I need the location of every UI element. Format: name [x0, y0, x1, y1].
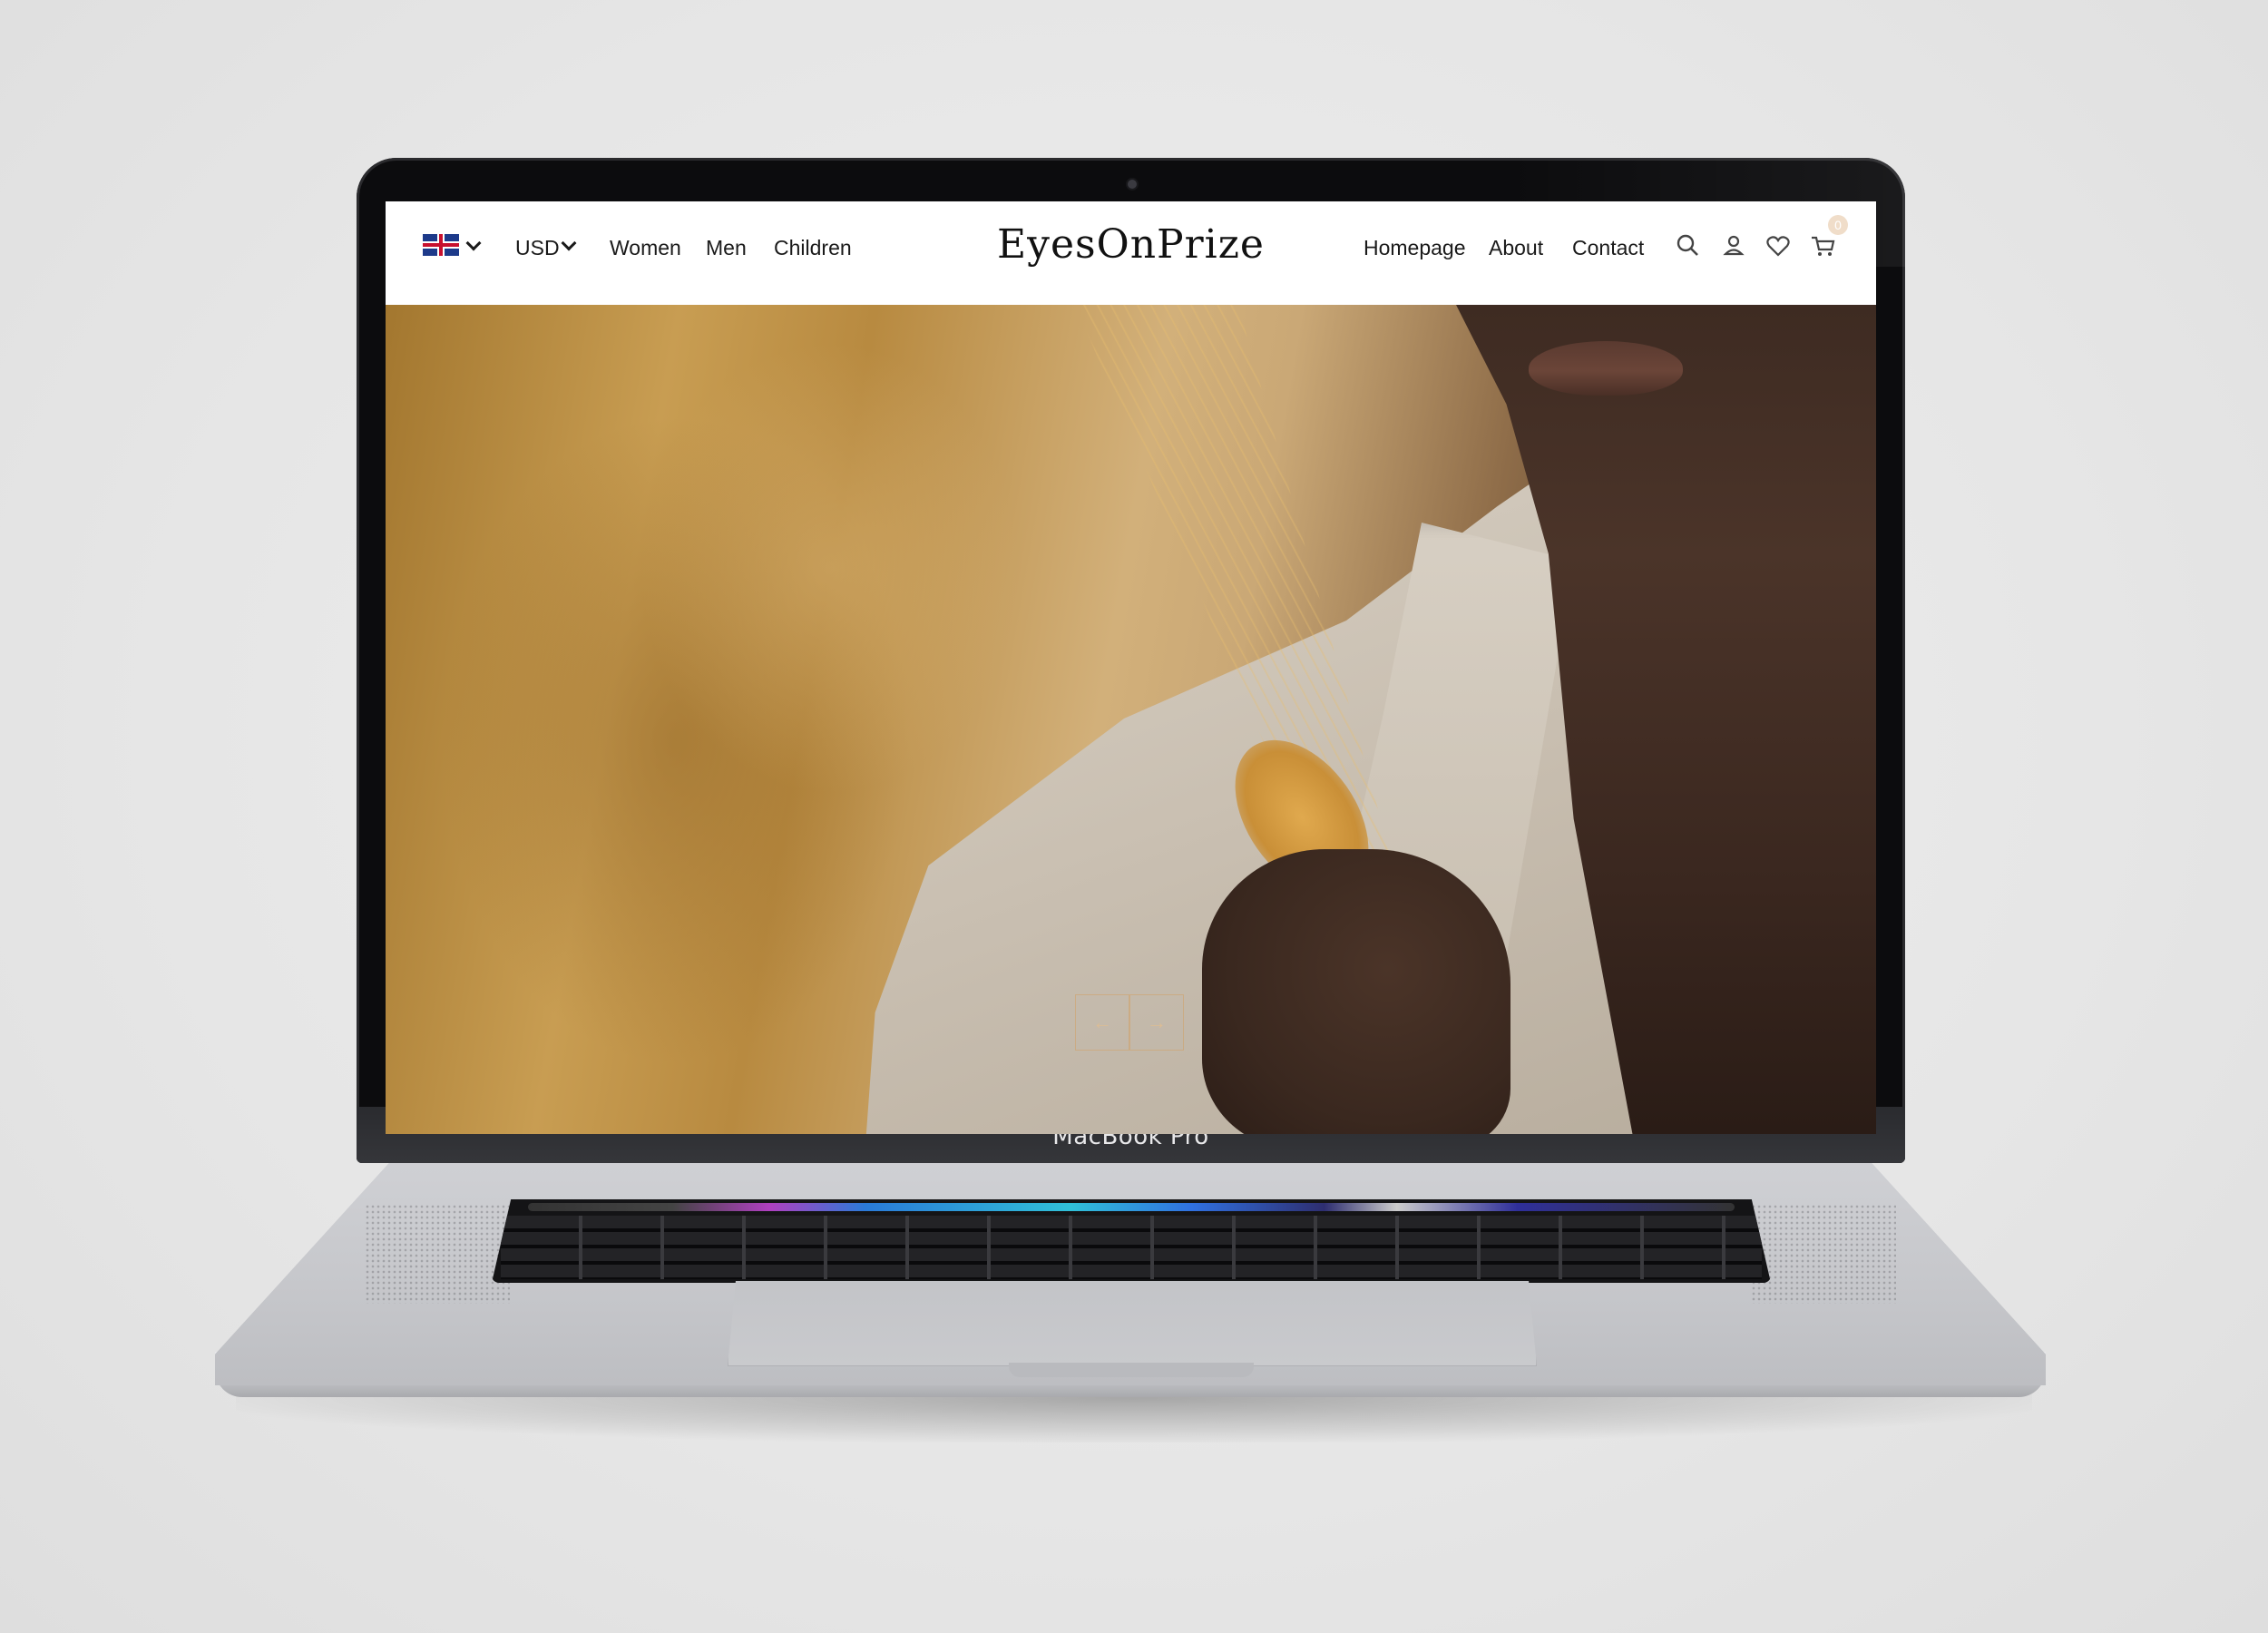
browser-screen: USD Women Men Children EyesOnPrize Homep… — [386, 201, 1876, 1134]
hero-hand — [1202, 849, 1510, 1134]
touch-bar — [528, 1203, 1735, 1211]
site-logo[interactable]: EyesOnPrize — [386, 221, 1876, 268]
heart-icon[interactable] — [1763, 230, 1794, 261]
laptop-base — [215, 1163, 2046, 1401]
nav-link-contact[interactable]: Contact — [1572, 236, 1644, 260]
lid-notch — [1009, 1363, 1254, 1377]
user-icon[interactable] — [1718, 230, 1749, 261]
speaker-grille-right — [1751, 1204, 1896, 1304]
trackpad — [728, 1281, 1537, 1366]
nav-link-about[interactable]: About — [1489, 236, 1543, 260]
slider-prev-button[interactable]: ← — [1075, 994, 1129, 1051]
slider-next-button[interactable]: → — [1129, 994, 1184, 1051]
hero-image: ← → — [386, 305, 1876, 1134]
nav-link-homepage[interactable]: Homepage — [1364, 236, 1466, 260]
keyboard — [492, 1199, 1771, 1283]
cart-count-badge: 0 — [1828, 215, 1848, 235]
search-icon[interactable] — [1673, 230, 1704, 261]
site-header: USD Women Men Children EyesOnPrize Homep… — [386, 201, 1876, 305]
cart-icon[interactable] — [1808, 230, 1839, 261]
speaker-grille-left — [365, 1204, 510, 1304]
camera — [1128, 180, 1137, 189]
